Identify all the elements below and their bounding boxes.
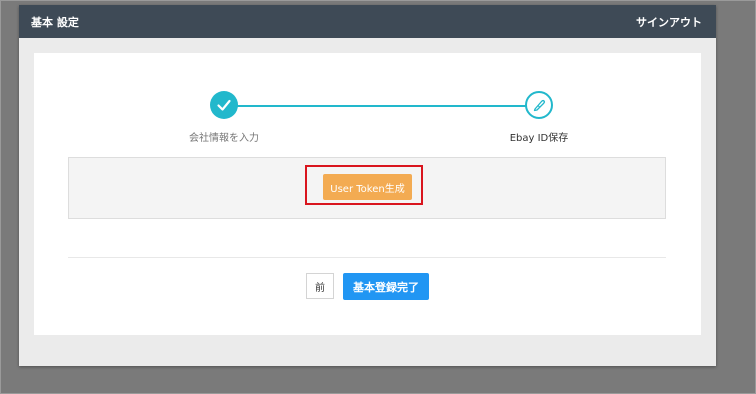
signout-link[interactable]: サインアウト xyxy=(636,14,702,30)
modal-header: 基本 設定 サインアウト xyxy=(19,5,716,38)
step-2-indicator xyxy=(525,91,553,119)
complete-registration-button[interactable]: 基本登録完了 xyxy=(343,273,429,300)
settings-modal: 基本 設定 サインアウト 会社情報を入力 Ebay ID保存 User Toke… xyxy=(19,5,716,366)
setup-card: 会社情報を入力 Ebay ID保存 User Token生成 前 基本登録完了 xyxy=(34,53,701,335)
highlight-annotation xyxy=(305,165,423,205)
step-1-indicator xyxy=(210,91,238,119)
check-icon xyxy=(217,99,231,111)
divider xyxy=(68,257,666,258)
step-2-label: Ebay ID保存 xyxy=(509,133,569,144)
pen-icon xyxy=(533,99,546,112)
step-1-label: 会社情報を入力 xyxy=(189,133,259,144)
stepper-connector xyxy=(225,105,539,107)
prev-button[interactable]: 前 xyxy=(306,273,334,299)
modal-title: 基本 設定 xyxy=(31,16,79,29)
